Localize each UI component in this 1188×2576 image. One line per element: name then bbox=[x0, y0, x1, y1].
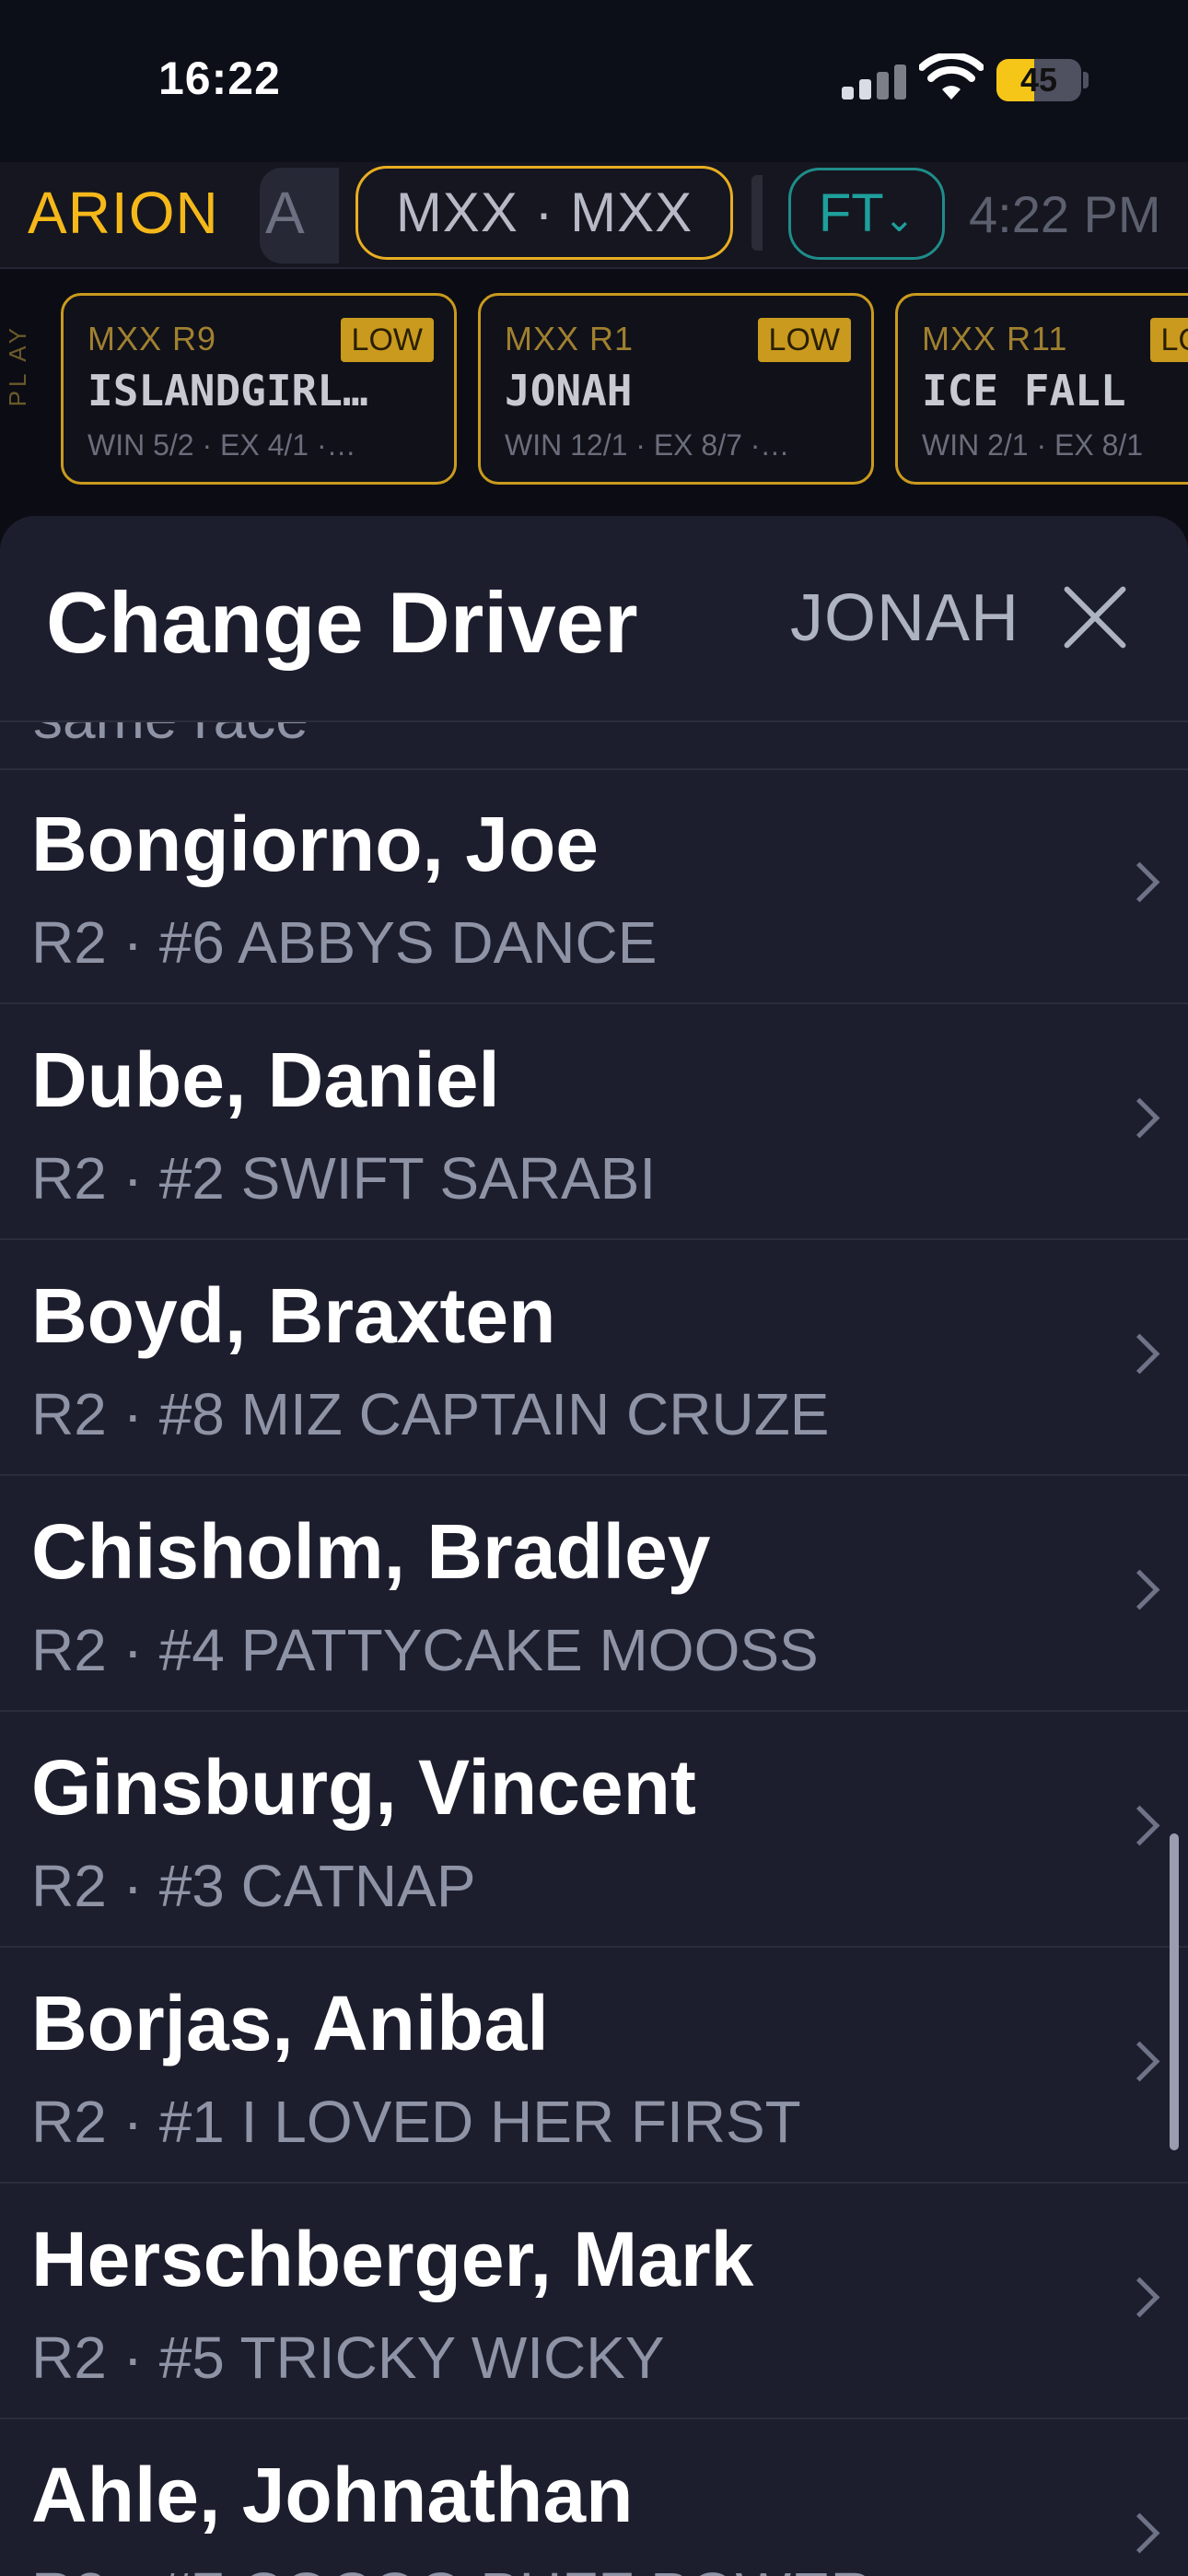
chevron-right-icon bbox=[1119, 2041, 1160, 2082]
driver-detail: R2 · #6 ABBYS DANCE bbox=[31, 909, 658, 976]
driver-name: Chisholm, Bradley bbox=[31, 1508, 711, 1595]
driver-name: Ahle, Johnathan bbox=[31, 2452, 634, 2538]
driver-row[interactable]: Dube, Daniel R2 · #2 SWIFT SARABI bbox=[0, 1004, 1188, 1240]
race-card-odds: WIN 5/2 · EX 4/1 ·… bbox=[87, 428, 356, 462]
race-card[interactable]: MXX R1 LOW JONAH WIN 12/1 · EX 8/7 ·… bbox=[478, 293, 874, 485]
driver-row[interactable]: Ahle, Johnathan R2 · #7 COCOO PUFF POWER bbox=[0, 2419, 1188, 2576]
driver-name: Borjas, Anibal bbox=[31, 1980, 549, 2067]
driver-row[interactable]: Borjas, Anibal R2 · #1 I LOVED HER FIRST bbox=[0, 1948, 1188, 2184]
race-cards-strip: PL AY MXX R9 LOW ISLANDGIRL… WIN 5/2 · E… bbox=[0, 269, 1188, 509]
track-chip-partial[interactable]: A bbox=[260, 168, 339, 263]
track-tab-partial[interactable]: ARION bbox=[28, 179, 219, 247]
driver-detail: R2 · #2 SWIFT SARABI bbox=[31, 1145, 657, 1212]
driver-name: Dube, Daniel bbox=[31, 1036, 500, 1123]
filter-pill[interactable]: FT⌄ bbox=[788, 168, 945, 260]
race-card[interactable]: MXX R11 LOW ICE FALL WIN 2/1 · EX 8/1 bbox=[895, 293, 1188, 485]
driver-row[interactable]: Boyd, Braxten R2 · #8 MIZ CAPTAIN CRUZE bbox=[0, 1240, 1188, 1476]
driver-name: Herschberger, Mark bbox=[31, 2216, 754, 2302]
race-card-race: MXX R11 bbox=[922, 320, 1068, 357]
driver-name: Ginsburg, Vincent bbox=[31, 1744, 696, 1831]
nav-divider bbox=[751, 175, 763, 251]
wifi-icon bbox=[919, 53, 984, 100]
list-item-partial-text: same race bbox=[33, 720, 309, 752]
status-bar: 16:22 45 bbox=[0, 0, 1188, 162]
nav-clock: 4:22 PM bbox=[969, 185, 1161, 243]
chevron-right-icon bbox=[1119, 1333, 1160, 1375]
race-card-badge: LOW bbox=[757, 318, 851, 362]
race-card-horse: JONAH bbox=[505, 366, 633, 416]
race-card-race: MXX R9 bbox=[87, 320, 217, 357]
list-item-partial[interactable]: same race bbox=[0, 720, 1188, 770]
race-card-horse: ISLANDGIRL… bbox=[87, 366, 368, 416]
chevron-right-icon bbox=[1119, 2277, 1160, 2318]
side-label: PL AY bbox=[4, 324, 31, 407]
driver-detail: R2 · #7 COCOO PUFF POWER bbox=[31, 2559, 873, 2576]
race-card-odds: WIN 12/1 · EX 8/7 ·… bbox=[505, 428, 790, 462]
driver-detail: R2 · #4 PATTYCAKE MOOSS bbox=[31, 1617, 819, 1683]
chevron-right-icon bbox=[1119, 861, 1160, 903]
battery-level: 45 bbox=[1019, 61, 1058, 99]
driver-list: Bongiorno, Joe R2 · #6 ABBYS DANCE Dube,… bbox=[0, 768, 1188, 2576]
chevron-right-icon bbox=[1119, 1805, 1160, 1846]
change-driver-sheet: Change Driver JONAH same race Bongiorno,… bbox=[0, 516, 1188, 2576]
close-icon[interactable] bbox=[1059, 580, 1133, 654]
driver-detail: R2 · #1 I LOVED HER FIRST bbox=[31, 2089, 801, 2155]
track-pill[interactable]: MXX · MXX bbox=[355, 166, 733, 260]
selected-driver-label: JONAH bbox=[790, 581, 1020, 655]
driver-row[interactable]: Ginsburg, Vincent R2 · #3 CATNAP bbox=[0, 1712, 1188, 1948]
scrollbar[interactable] bbox=[1170, 1833, 1179, 2150]
sheet-title: Change Driver bbox=[46, 574, 638, 671]
chevron-right-icon bbox=[1119, 1569, 1160, 1610]
track-chip-letter: A bbox=[265, 180, 305, 246]
chevron-right-icon bbox=[1119, 1097, 1160, 1139]
race-card-odds: WIN 2/1 · EX 8/1 bbox=[922, 428, 1144, 462]
race-card-badge: LOW bbox=[1149, 318, 1188, 362]
driver-detail: R2 · #8 MIZ CAPTAIN CRUZE bbox=[31, 1381, 830, 1447]
race-card-horse: ICE FALL bbox=[922, 366, 1126, 416]
battery-tip bbox=[1083, 72, 1089, 88]
status-time: 16:22 bbox=[158, 53, 281, 104]
driver-name: Boyd, Braxten bbox=[31, 1272, 556, 1359]
driver-row[interactable]: Bongiorno, Joe R2 · #6 ABBYS DANCE bbox=[0, 768, 1188, 1004]
race-card-badge: LOW bbox=[340, 318, 434, 362]
race-card-race: MXX R1 bbox=[505, 320, 635, 357]
sheet-header: Change Driver JONAH bbox=[0, 516, 1188, 722]
filter-pill-label: FT bbox=[818, 183, 884, 243]
chevron-right-icon bbox=[1119, 2512, 1160, 2554]
driver-name: Bongiorno, Joe bbox=[31, 801, 599, 887]
chevron-down-icon: ⌄ bbox=[883, 199, 915, 240]
top-nav: ARION A MXX · MXX FT⌄ 4:22 PM bbox=[0, 162, 1188, 269]
race-card[interactable]: MXX R9 LOW ISLANDGIRL… WIN 5/2 · EX 4/1 … bbox=[61, 293, 457, 485]
driver-row[interactable]: Herschberger, Mark R2 · #5 TRICKY WICKY bbox=[0, 2184, 1188, 2419]
cellular-signal-icon bbox=[842, 63, 906, 100]
driver-detail: R2 · #3 CATNAP bbox=[31, 1853, 476, 1919]
driver-detail: R2 · #5 TRICKY WICKY bbox=[31, 2324, 665, 2391]
battery-icon: 45 bbox=[996, 59, 1081, 101]
driver-row[interactable]: Chisholm, Bradley R2 · #4 PATTYCAKE MOOS… bbox=[0, 1476, 1188, 1712]
